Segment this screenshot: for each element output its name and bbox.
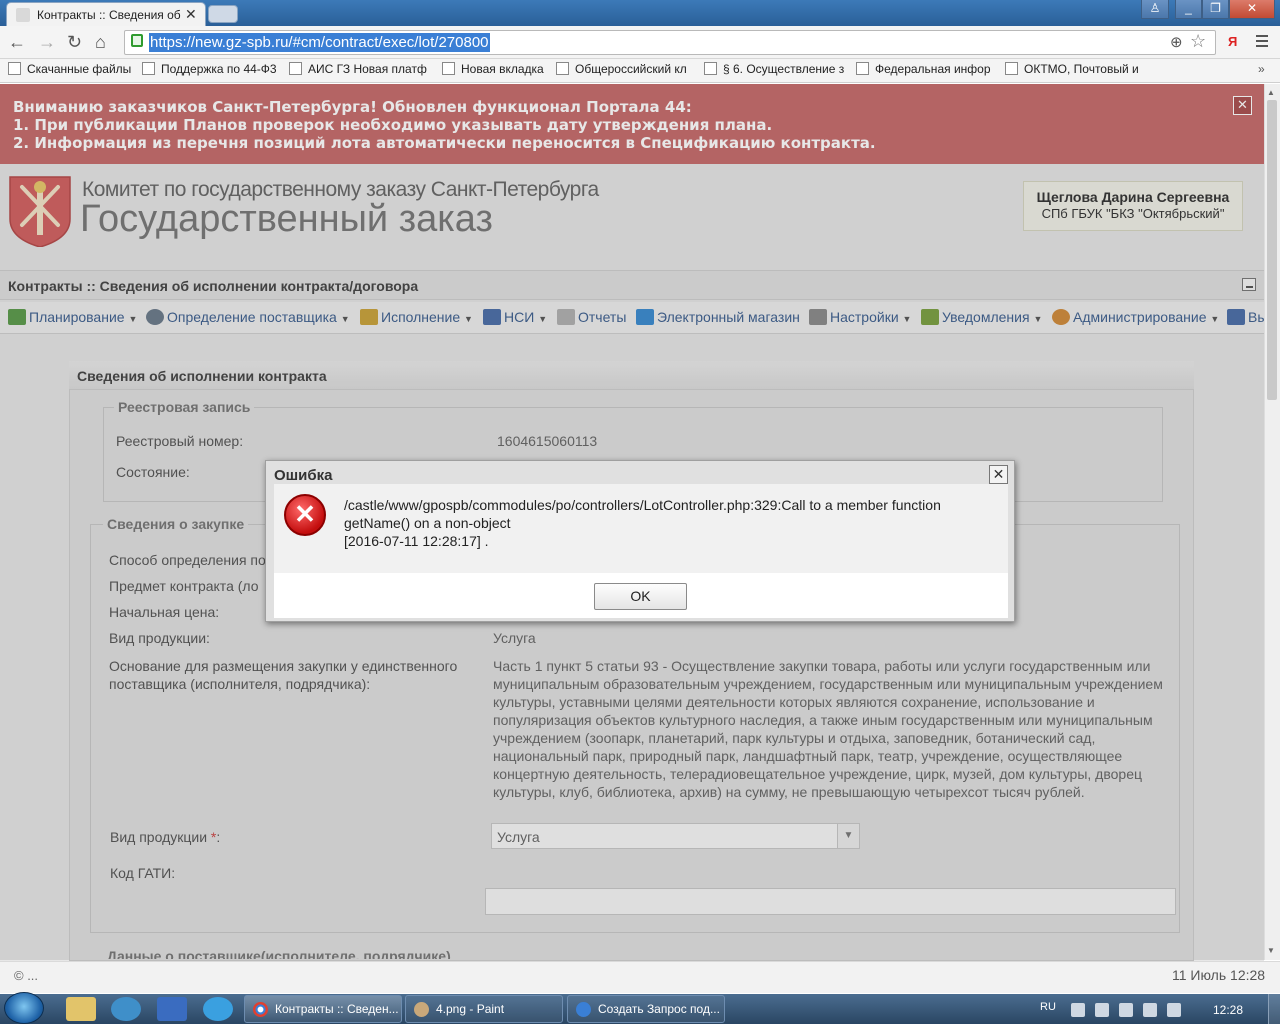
error-message-line: [2016-07-11 12:28:17] .	[344, 533, 489, 549]
bookmark-icon	[142, 62, 155, 75]
maximize-button[interactable]: ❐	[1202, 0, 1229, 19]
app-icon[interactable]	[111, 997, 141, 1021]
home-icon[interactable]: ⌂	[95, 32, 106, 53]
taskbar-window-help[interactable]: Создать Запрос под...	[567, 995, 725, 1023]
error-message-line: /castle/www/gpospb/commodules/po/control…	[344, 497, 941, 513]
flag-icon[interactable]	[1119, 1003, 1133, 1017]
tray-icon[interactable]	[1095, 1003, 1109, 1017]
new-tab-button[interactable]	[208, 5, 238, 23]
taskbar-window-label: Создать Запрос под...	[598, 1002, 720, 1016]
start-button[interactable]	[4, 992, 44, 1024]
dialog-title: Ошибка	[274, 467, 333, 484]
browser-tab[interactable]: Контракты :: Сведения об ✕	[6, 2, 206, 26]
ie-icon[interactable]	[203, 997, 233, 1021]
zoom-icon[interactable]: ⊕	[1170, 33, 1183, 51]
chrome-icon	[253, 1002, 268, 1017]
footer-datetime: 11 Июль 12:28	[1172, 967, 1266, 983]
tab-favicon-icon	[16, 8, 30, 22]
window-close-button[interactable]: ✕	[1229, 0, 1275, 19]
download-icon	[8, 62, 21, 75]
bookmark-item[interactable]: Общероссийский кл	[556, 62, 691, 80]
word-icon[interactable]	[157, 997, 187, 1021]
bookmark-downloads[interactable]: Скачанные файлы	[8, 62, 136, 80]
minimize-button[interactable]: _	[1175, 0, 1202, 19]
bookmark-label: Общероссийский кл	[575, 62, 687, 76]
reload-icon[interactable]: ↻	[67, 32, 82, 53]
yandex-icon[interactable]: Я	[1228, 34, 1237, 49]
bookmark-icon	[704, 62, 717, 75]
language-indicator[interactable]: RU	[1040, 1001, 1056, 1013]
bookmark-star-icon[interactable]: ☆	[1190, 31, 1206, 52]
taskbar-window-label: Контракты :: Сведен...	[275, 1002, 399, 1016]
scroll-up-icon[interactable]: ▲	[1267, 88, 1275, 97]
error-icon: ✕	[284, 494, 326, 536]
taskbar-window-label: 4.png - Paint	[436, 1002, 505, 1016]
bookmark-label: ОКТМО, Почтовый и	[1024, 62, 1139, 76]
show-desktop-button[interactable]	[1268, 994, 1280, 1024]
taskbar-window-chrome[interactable]: Контракты :: Сведен...	[244, 995, 402, 1023]
copyright: © ...	[14, 968, 39, 983]
bookmark-label: АИС ГЗ Новая платф	[308, 62, 427, 76]
bookmark-item[interactable]: ОКТМО, Почтовый и	[1005, 62, 1143, 80]
menu-icon[interactable]	[1256, 35, 1268, 50]
bookmark-label: § 6. Осуществление з	[723, 62, 844, 76]
bookmark-item[interactable]: Федеральная инфор	[856, 62, 993, 80]
error-message: /castle/www/gpospb/commodules/po/control…	[344, 496, 1004, 550]
tab-close-icon[interactable]: ✕	[185, 6, 197, 23]
page-icon	[442, 62, 455, 75]
help-icon	[576, 1002, 591, 1017]
bookmark-icon	[1005, 62, 1018, 75]
lock-icon[interactable]	[131, 34, 143, 47]
page-icon	[856, 62, 869, 75]
tray-icon[interactable]	[1071, 1003, 1085, 1017]
bookmark-item[interactable]: Поддержка по 44-Ф3	[142, 62, 282, 80]
url-text[interactable]: https://new.gz-spb.ru/#cm/contract/exec/…	[149, 33, 490, 52]
taskbar-window-paint[interactable]: 4.png - Paint	[405, 995, 563, 1023]
dialog-close-button[interactable]: ✕	[989, 465, 1008, 484]
explorer-icon[interactable]	[66, 997, 96, 1021]
paint-icon	[414, 1002, 429, 1017]
network-icon[interactable]	[1143, 1003, 1157, 1017]
forward-icon[interactable]: →	[38, 32, 56, 53]
user-profile-button[interactable]: ♙	[1141, 0, 1169, 19]
bookmark-item[interactable]: Новая вкладка	[442, 62, 546, 80]
bookmark-label: Скачанные файлы	[27, 62, 132, 76]
bookmark-item[interactable]: АИС ГЗ Новая платф	[289, 62, 430, 80]
volume-icon[interactable]	[1167, 1003, 1181, 1017]
bookmark-label: Новая вкладка	[461, 62, 544, 76]
bookmark-item[interactable]: § 6. Осуществление з	[704, 62, 844, 80]
back-icon[interactable]: ←	[8, 32, 26, 53]
bookmark-label: Поддержка по 44-Ф3	[161, 62, 277, 76]
tab-title: Контракты :: Сведения об	[37, 8, 181, 22]
bookmark-label: Федеральная инфор	[875, 62, 991, 76]
bookmark-icon	[289, 62, 302, 75]
ok-button[interactable]: OK	[594, 583, 687, 610]
page-footer	[0, 961, 1280, 993]
bookmarks-overflow-icon[interactable]: »	[1258, 62, 1270, 80]
bookmark-icon	[556, 62, 569, 75]
error-message-line: getName() on a non-object	[344, 515, 511, 531]
scroll-down-icon[interactable]: ▼	[1267, 946, 1275, 955]
taskbar-clock[interactable]: 12:28	[1213, 1003, 1243, 1017]
scrollbar-thumb[interactable]	[1267, 100, 1277, 400]
